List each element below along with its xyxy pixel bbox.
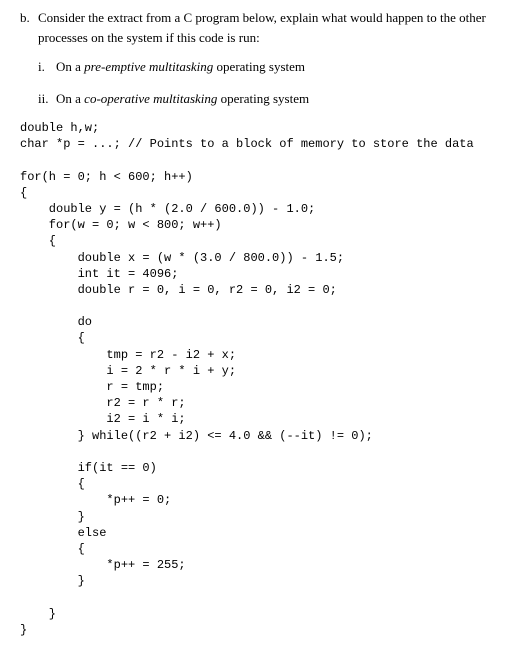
sub-label-i: i. — [38, 57, 56, 77]
sub-item-i: i. On a pre-emptive multitasking operati… — [38, 57, 501, 77]
sub-post: operating system — [213, 59, 305, 74]
sub-post: operating system — [217, 91, 309, 106]
sub-pre: On a — [56, 91, 84, 106]
sub-pre: On a — [56, 59, 84, 74]
question-text: Consider the extract from a C program be… — [38, 8, 501, 47]
sub-text-i: On a pre-emptive multitasking operating … — [56, 57, 501, 77]
question-b: b. Consider the extract from a C program… — [20, 8, 501, 47]
sub-em: pre-emptive multitasking — [84, 59, 213, 74]
code-block: double h,w; char *p = ...; // Points to … — [20, 120, 501, 638]
sub-label-ii: ii. — [38, 89, 56, 109]
sub-item-ii: ii. On a co-operative multitasking opera… — [38, 89, 501, 109]
question-label: b. — [20, 8, 38, 47]
sub-em: co-operative multitasking — [84, 91, 217, 106]
sub-text-ii: On a co-operative multitasking operating… — [56, 89, 501, 109]
